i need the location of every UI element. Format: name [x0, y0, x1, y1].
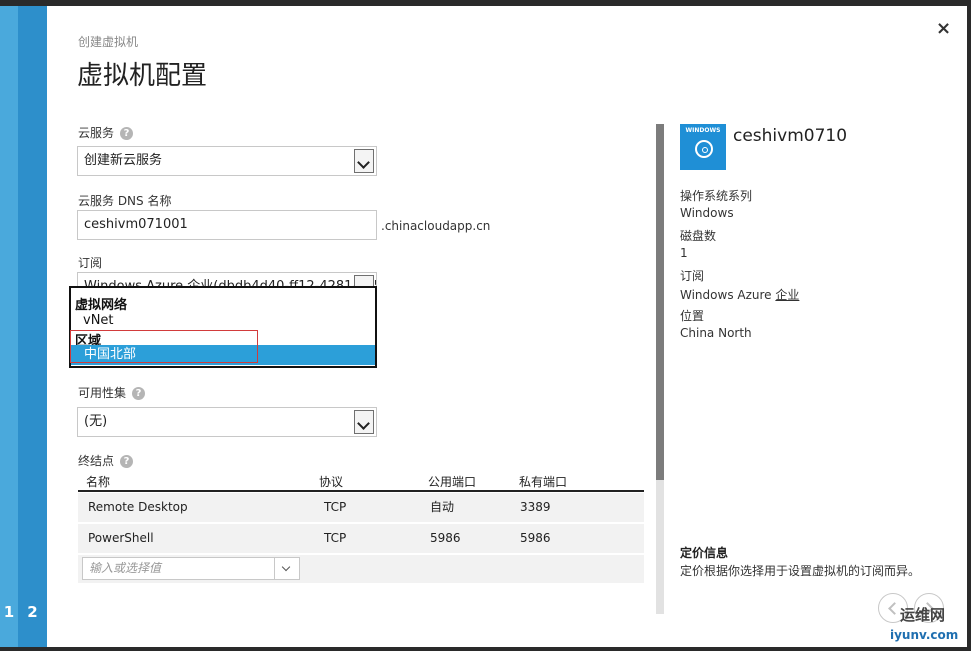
os-family-value: Windows — [680, 206, 734, 220]
location-value: China North — [680, 326, 752, 340]
cloud-service-label-text: 云服务 — [78, 126, 115, 140]
endpoint-public-port[interactable]: 5986 — [430, 524, 461, 553]
col-protocol: 协议 — [319, 475, 344, 489]
window-frame-top — [0, 0, 971, 6]
step-2[interactable]: 2 — [18, 603, 47, 621]
endpoints-label-text: 终结点 — [78, 454, 115, 468]
availability-set-select[interactable]: (无) — [77, 407, 377, 437]
os-family-label: 操作系统系列 — [680, 189, 753, 203]
vm-name: ceshivm0710 — [733, 126, 848, 146]
summary-subscription-label: 订阅 — [680, 269, 705, 283]
summary-subscription-value: Windows Azure 企业 — [680, 286, 799, 303]
pricing-title: 定价信息 — [680, 546, 729, 560]
chevron-down-icon[interactable] — [274, 557, 300, 580]
col-name: 名称 — [86, 475, 111, 489]
cloud-service-value: 创建新云服务 — [84, 153, 163, 168]
endpoint-private-port[interactable]: 5986 — [520, 524, 551, 553]
windows-os-icon: WINDOWS — [680, 124, 726, 170]
chevron-down-icon[interactable] — [354, 149, 374, 173]
cloud-service-select[interactable]: 创建新云服务 — [77, 146, 377, 176]
dns-input[interactable]: ceshivm071001 — [77, 210, 377, 240]
disc-icon — [695, 140, 713, 158]
availability-set-label-text: 可用性集 — [78, 386, 127, 400]
step-rail-right — [18, 6, 47, 647]
page-title: 虚拟机配置 — [77, 61, 208, 91]
endpoint-name-input[interactable]: 输入或选择值 — [82, 557, 300, 580]
subscription-name: Windows Azure — [680, 288, 776, 302]
subscription-link[interactable]: 企业 — [775, 288, 799, 302]
endpoint-private-port[interactable]: 3389 — [520, 493, 551, 522]
endpoint-add-row: 输入或选择值 — [78, 555, 644, 583]
col-public-port: 公用端口 — [428, 475, 477, 489]
endpoints-table-header: 名称 协议 公用端口 私有端口 — [78, 473, 644, 492]
os-tile-label: WINDOWS — [685, 127, 721, 134]
endpoint-public-port[interactable]: 自动 — [430, 493, 454, 522]
dns-suffix: .chinacloudapp.cn — [381, 219, 491, 233]
cloud-service-label: 云服务? — [78, 124, 134, 141]
table-row[interactable]: Remote Desktop TCP 自动 3389 — [78, 493, 644, 522]
endpoint-protocol: TCP — [324, 531, 347, 545]
table-row[interactable]: PowerShell TCP 5986 5986 — [78, 524, 644, 553]
endpoint-name: Remote Desktop — [88, 500, 188, 514]
dns-label: 云服务 DNS 名称 — [78, 194, 172, 208]
dropdown-item-vnet[interactable]: vNet — [83, 313, 114, 328]
chevron-down-icon[interactable] — [354, 410, 374, 434]
close-icon[interactable]: × — [936, 18, 951, 39]
watermark-url: iyunv.com — [890, 628, 959, 642]
col-private-port: 私有端口 — [519, 475, 568, 489]
location-label: 位置 — [680, 309, 705, 323]
highlight-box — [70, 330, 258, 363]
step-1[interactable]: 1 — [0, 603, 18, 621]
availability-set-label: 可用性集? — [78, 384, 146, 401]
availability-set-value: (无) — [84, 414, 108, 429]
disk-count-value: 1 — [680, 246, 688, 260]
endpoint-name: PowerShell — [88, 531, 154, 545]
endpoint-protocol: TCP — [324, 500, 347, 514]
scrollbar-thumb[interactable] — [656, 124, 664, 480]
subscription-label: 订阅 — [78, 256, 103, 270]
step-rail-left — [0, 6, 18, 647]
help-icon[interactable]: ? — [120, 455, 134, 468]
window-frame-right — [967, 0, 971, 651]
help-icon[interactable]: ? — [120, 127, 134, 140]
pricing-text: 定价根据你选择用于设置虚拟机的订阅而异。 — [680, 564, 921, 578]
window-frame-bottom — [0, 647, 971, 651]
breadcrumb: 创建虚拟机 — [78, 35, 139, 49]
dropdown-group-vnet: 虚拟网络 — [75, 298, 128, 313]
endpoints-label: 终结点? — [78, 452, 134, 469]
help-icon[interactable]: ? — [132, 387, 146, 400]
disk-count-label: 磁盘数 — [680, 229, 717, 243]
watermark-text: 运维网 — [900, 606, 946, 624]
